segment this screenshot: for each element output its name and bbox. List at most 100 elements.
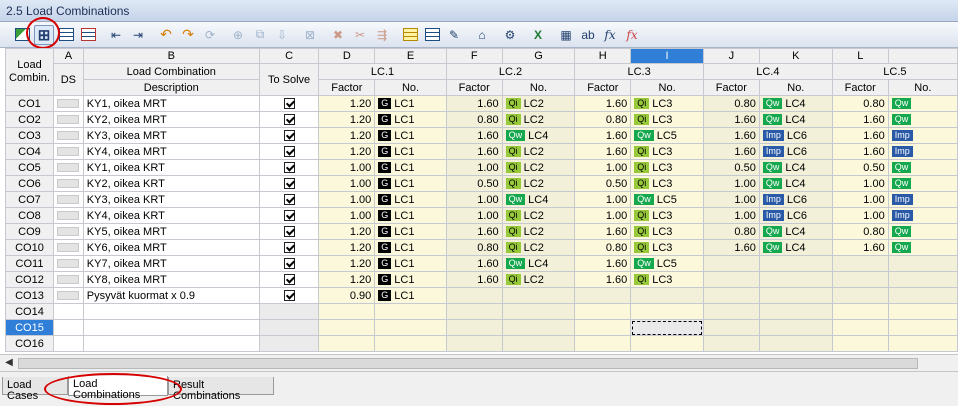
description-cell[interactable]: KY4, oikea MRT (82, 143, 260, 160)
factor-cell[interactable] (445, 335, 503, 352)
load-case-cell[interactable]: G LC1 (374, 223, 447, 240)
description-cell[interactable] (82, 319, 260, 336)
load-case-cell[interactable] (501, 303, 576, 320)
to-solve-cell[interactable] (258, 255, 320, 272)
description-cell[interactable]: KY4, oikea KRT (82, 207, 260, 224)
col-header-M[interactable] (887, 48, 958, 64)
factor-cell[interactable]: 1.20 (318, 95, 376, 112)
factor-cell[interactable]: 1.00 (574, 191, 632, 208)
load-case-cell[interactable] (374, 319, 447, 336)
table-view-icon[interactable] (422, 25, 442, 45)
factor-cell[interactable] (702, 303, 760, 320)
load-case-cell[interactable]: Qw (887, 95, 958, 112)
factor-cell[interactable]: 1.00 (445, 207, 503, 224)
to-solve-cell[interactable] (258, 143, 320, 160)
load-case-cell[interactable] (501, 319, 576, 336)
factor-cell[interactable]: 1.20 (318, 143, 376, 160)
load-case-cell[interactable]: Qw LC4 (758, 95, 833, 112)
description-cell[interactable] (82, 335, 260, 352)
factor-cell[interactable]: 1.00 (702, 207, 760, 224)
load-case-cell[interactable]: G LC1 (374, 207, 447, 224)
factor-cell[interactable] (831, 271, 889, 288)
load-case-cell[interactable]: Imp (887, 143, 958, 160)
factor-cell[interactable]: 1.60 (574, 127, 632, 144)
to-solve-cell[interactable] (258, 95, 320, 112)
load-case-cell[interactable]: G LC1 (374, 143, 447, 160)
ds-cell[interactable] (52, 223, 84, 240)
load-case-cell[interactable] (630, 303, 704, 320)
ds-cell[interactable] (52, 319, 84, 336)
ds-cell[interactable] (52, 159, 84, 176)
to-solve-checkbox[interactable] (283, 178, 295, 190)
factor-cell[interactable] (831, 319, 889, 336)
undo-icon[interactable]: ↶ (156, 25, 176, 45)
import-icon[interactable]: ⇩ (272, 25, 292, 45)
units-icon[interactable]: ab (578, 25, 598, 45)
remove-icon[interactable]: ✖ (328, 25, 348, 45)
to-solve-checkbox[interactable] (283, 226, 295, 238)
load-case-cell[interactable] (887, 287, 958, 304)
no-function-icon[interactable]: fx (622, 25, 642, 45)
row-header[interactable]: CO4 (5, 143, 54, 160)
load-case-cell[interactable]: Qi LC3 (630, 175, 704, 192)
factor-cell[interactable]: 1.60 (445, 127, 503, 144)
col-header-K[interactable]: K (758, 48, 833, 64)
factor-cell[interactable] (574, 287, 632, 304)
to-solve-cell[interactable] (258, 271, 320, 288)
col-header-F[interactable]: F (445, 48, 503, 64)
function-icon[interactable]: fx (600, 25, 620, 45)
factor-cell[interactable]: 1.60 (445, 223, 503, 240)
ds-cell[interactable] (52, 127, 84, 144)
factor-cell[interactable] (445, 303, 503, 320)
factor-cell[interactable]: 0.80 (574, 111, 632, 128)
load-case-cell[interactable] (887, 255, 958, 272)
factor-cell[interactable] (318, 319, 376, 336)
load-case-cell[interactable]: Qi LC2 (501, 159, 576, 176)
load-case-cell[interactable] (887, 271, 958, 288)
factor-cell[interactable]: 1.00 (318, 175, 376, 192)
factor-cell[interactable]: 1.00 (318, 207, 376, 224)
load-case-cell[interactable] (887, 303, 958, 320)
factor-cell[interactable] (702, 287, 760, 304)
load-case-cell[interactable]: Qw LC4 (758, 175, 833, 192)
col-header-B[interactable]: B (82, 48, 260, 64)
description-cell[interactable] (82, 303, 260, 320)
calculator-icon[interactable]: ▦ (556, 25, 576, 45)
row-header[interactable]: CO15 (5, 319, 54, 336)
factor-cell[interactable]: 0.80 (702, 95, 760, 112)
load-case-cell[interactable]: Qi LC2 (501, 239, 576, 256)
scroll-left-icon[interactable]: ◀ (2, 356, 16, 370)
factor-cell[interactable]: 0.80 (574, 239, 632, 256)
factor-cell[interactable]: 1.60 (831, 143, 889, 160)
load-case-cell[interactable] (887, 319, 958, 336)
split-icon[interactable]: ✂ (350, 25, 370, 45)
to-solve-cell[interactable] (258, 111, 320, 128)
to-solve-checkbox[interactable] (283, 210, 295, 222)
load-case-cell[interactable] (758, 287, 833, 304)
factor-cell[interactable]: 1.20 (318, 271, 376, 288)
factor-cell[interactable]: 1.00 (574, 207, 632, 224)
to-solve-checkbox[interactable] (283, 98, 295, 110)
factor-cell[interactable]: 1.00 (445, 191, 503, 208)
col-header-E[interactable]: E (374, 48, 447, 64)
col-header-A[interactable]: A (52, 48, 84, 64)
load-case-cell[interactable]: Qi LC2 (501, 175, 576, 192)
load-case-cell[interactable] (630, 335, 704, 352)
factor-cell[interactable]: 0.80 (445, 239, 503, 256)
duplicate-icon[interactable]: ⧉ (250, 25, 270, 45)
factor-cell[interactable]: 1.00 (702, 191, 760, 208)
factor-cell[interactable]: 1.20 (318, 127, 376, 144)
load-case-cell[interactable]: G LC1 (374, 95, 447, 112)
load-case-cell[interactable]: Qw (887, 111, 958, 128)
load-case-cell[interactable]: Qw LC4 (501, 191, 576, 208)
ds-cell[interactable] (52, 207, 84, 224)
load-case-cell[interactable]: Qi LC2 (501, 223, 576, 240)
to-solve-cell[interactable] (258, 175, 320, 192)
load-case-cell[interactable] (501, 335, 576, 352)
to-solve-cell[interactable] (258, 191, 320, 208)
load-case-cell[interactable]: Qi LC3 (630, 111, 704, 128)
load-case-cell[interactable]: Qw LC4 (758, 111, 833, 128)
row-header[interactable]: CO2 (5, 111, 54, 128)
load-case-cell[interactable] (758, 303, 833, 320)
load-case-cell[interactable] (374, 303, 447, 320)
